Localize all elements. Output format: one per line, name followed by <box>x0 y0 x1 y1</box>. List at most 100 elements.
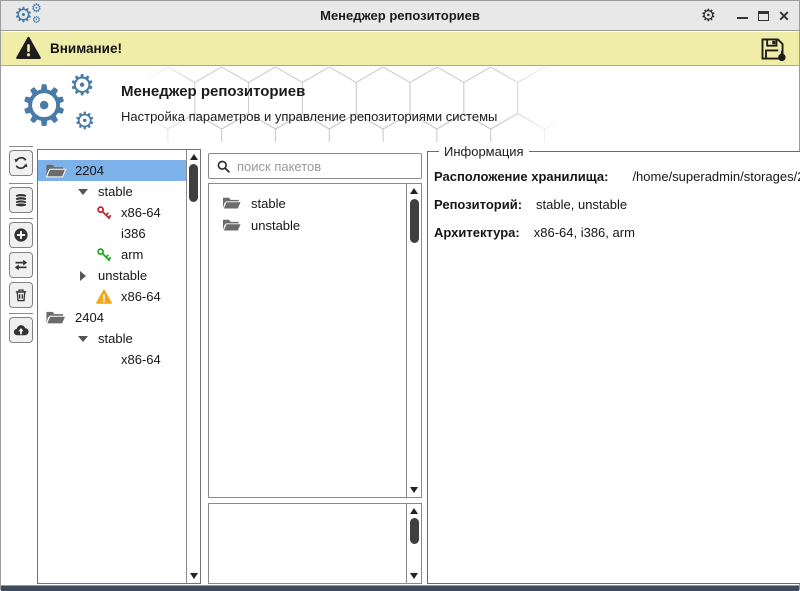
refresh-icon <box>13 155 29 171</box>
tree-item-label: i386 <box>121 226 146 241</box>
scroll-down-icon[interactable] <box>187 570 200 582</box>
folder-open-icon <box>44 162 68 180</box>
scroll-down-icon[interactable] <box>407 570 420 582</box>
database-button[interactable] <box>9 187 33 213</box>
maximize-button[interactable] <box>756 8 770 24</box>
tree-item-unstable[interactable]: unstable <box>38 265 186 286</box>
warning-text: Внимание! <box>50 41 122 56</box>
upload-button[interactable] <box>9 317 33 343</box>
package-list: stable unstable <box>209 192 406 236</box>
app-window: ⚙ ⚙ ⚙ Менеджер репозиториев ⚙ ✕ Внимание… <box>0 0 800 591</box>
tree-item-label: x86-64 <box>121 352 161 367</box>
add-button[interactable] <box>9 222 33 248</box>
info-row: Архитектура: x86-64, i386, arm <box>434 225 800 240</box>
red-key-icon <box>94 205 114 221</box>
app-logo-gears: ⚙ ⚙ ⚙ <box>19 68 96 139</box>
toolbar-separator <box>9 183 33 184</box>
folder-open-icon <box>221 195 243 212</box>
hex-fade-left <box>141 67 201 142</box>
info-label: Репозиторий: <box>434 197 523 212</box>
info-label: Расположение хранилища: <box>434 169 609 184</box>
tree-item-label: 2404 <box>75 310 104 325</box>
info-fields: Расположение хранилища: /home/superadmin/… <box>434 169 800 240</box>
package-item-stable[interactable]: stable <box>209 192 406 214</box>
info-value: stable, unstable <box>536 197 628 212</box>
scroll-thumb[interactable] <box>409 199 419 243</box>
hex-fade-right <box>501 67 561 142</box>
tree-item-2204[interactable]: 2204 <box>38 160 186 181</box>
tree-item-label: stable <box>98 331 133 346</box>
spacer-icon <box>94 226 114 242</box>
settings-gear-icon[interactable]: ⚙ <box>701 7 716 25</box>
tree-item-x86-64[interactable]: x86-64 <box>38 202 186 223</box>
tree-item-i386[interactable]: i386 <box>38 223 186 244</box>
window-title: Менеджер репозиториев <box>320 8 480 23</box>
spacer-icon <box>94 352 114 368</box>
tree-item-label: stable <box>98 184 133 199</box>
chevron-down-icon[interactable] <box>76 188 90 195</box>
tree-item-label: unstable <box>98 268 148 283</box>
header-subtitle: Настройка параметров и управление репози… <box>121 109 498 124</box>
details-scrollbar[interactable] <box>406 504 421 583</box>
scroll-thumb[interactable] <box>189 164 198 202</box>
info-row: Репозиторий: stable, unstable <box>434 197 800 212</box>
info-groupbox: Информация Расположение хранилища: /home/… <box>427 144 800 584</box>
package-search <box>208 153 422 179</box>
scroll-up-icon[interactable] <box>407 505 420 517</box>
scroll-thumb[interactable] <box>409 518 419 544</box>
tree-item-stable[interactable]: stable <box>38 181 186 202</box>
package-item-label: stable <box>251 195 286 211</box>
scroll-down-icon[interactable] <box>407 484 420 496</box>
storage-tree-panel: 2204 stable x86-64 i386 arm unstable x86-64 240… <box>37 149 201 584</box>
hexagon-pattern <box>141 67 561 142</box>
chevron-down-icon[interactable] <box>76 335 90 342</box>
delete-button[interactable] <box>9 282 33 308</box>
scroll-up-icon[interactable] <box>407 185 420 197</box>
details-panel <box>208 503 422 584</box>
toolbar-separator <box>9 313 33 314</box>
trash-icon <box>13 287 29 303</box>
info-legend: Информация <box>444 144 524 159</box>
header-title: Менеджер репозиториев <box>121 83 306 100</box>
tree-item-x86-64[interactable]: x86-64 <box>38 349 186 370</box>
title-bar: ⚙ ⚙ ⚙ Менеджер репозиториев ⚙ ✕ <box>1 1 799 31</box>
package-item-unstable[interactable]: unstable <box>209 214 406 236</box>
tree-scrollbar[interactable] <box>186 150 200 583</box>
refresh-button[interactable] <box>9 150 33 176</box>
transfer-arrows-icon <box>13 257 29 273</box>
warning-icon <box>15 36 42 61</box>
warning-icon <box>94 289 114 305</box>
folder-open-icon <box>44 309 68 327</box>
search-icon <box>216 159 231 174</box>
minimize-button[interactable] <box>735 8 749 24</box>
tree-item-stable[interactable]: stable <box>38 328 186 349</box>
scroll-up-icon[interactable] <box>187 151 200 163</box>
tree-item-x86-64[interactable]: x86-64 <box>38 286 186 307</box>
package-list-panel: stable unstable <box>208 183 422 498</box>
save-icon[interactable] <box>758 35 788 63</box>
tree-item-2404[interactable]: 2404 <box>38 307 186 328</box>
info-value: x86-64, i386, arm <box>533 225 635 240</box>
tree-item-label: arm <box>121 247 144 262</box>
info-label: Архитектура: <box>434 225 520 240</box>
plus-circle-icon <box>13 227 29 243</box>
toolbar-separator <box>9 146 33 147</box>
tree-item-label: x86-64 <box>121 205 161 220</box>
green-key-icon <box>94 247 114 263</box>
warning-bar: Внимание! <box>1 32 799 66</box>
list-scrollbar[interactable] <box>406 184 421 497</box>
footer-strip <box>1 585 799 591</box>
tree-item-label: x86-64 <box>121 289 161 304</box>
close-button[interactable]: ✕ <box>777 8 791 24</box>
database-icon <box>13 192 29 208</box>
tree-item-arm[interactable]: arm <box>38 244 186 265</box>
repo-tree: 2204 stable x86-64 i386 arm unstable x86-64 240… <box>38 160 186 370</box>
chevron-right-icon[interactable] <box>76 270 90 281</box>
transfer-button[interactable] <box>9 252 33 278</box>
package-item-label: unstable <box>251 217 301 233</box>
search-input[interactable] <box>237 158 421 174</box>
folder-open-icon <box>221 217 243 234</box>
info-value: /home/superadmin/storages/2204 <box>632 169 800 184</box>
cloud-upload-icon <box>13 322 29 338</box>
info-row: Расположение хранилища: /home/superadmin/… <box>434 169 800 184</box>
